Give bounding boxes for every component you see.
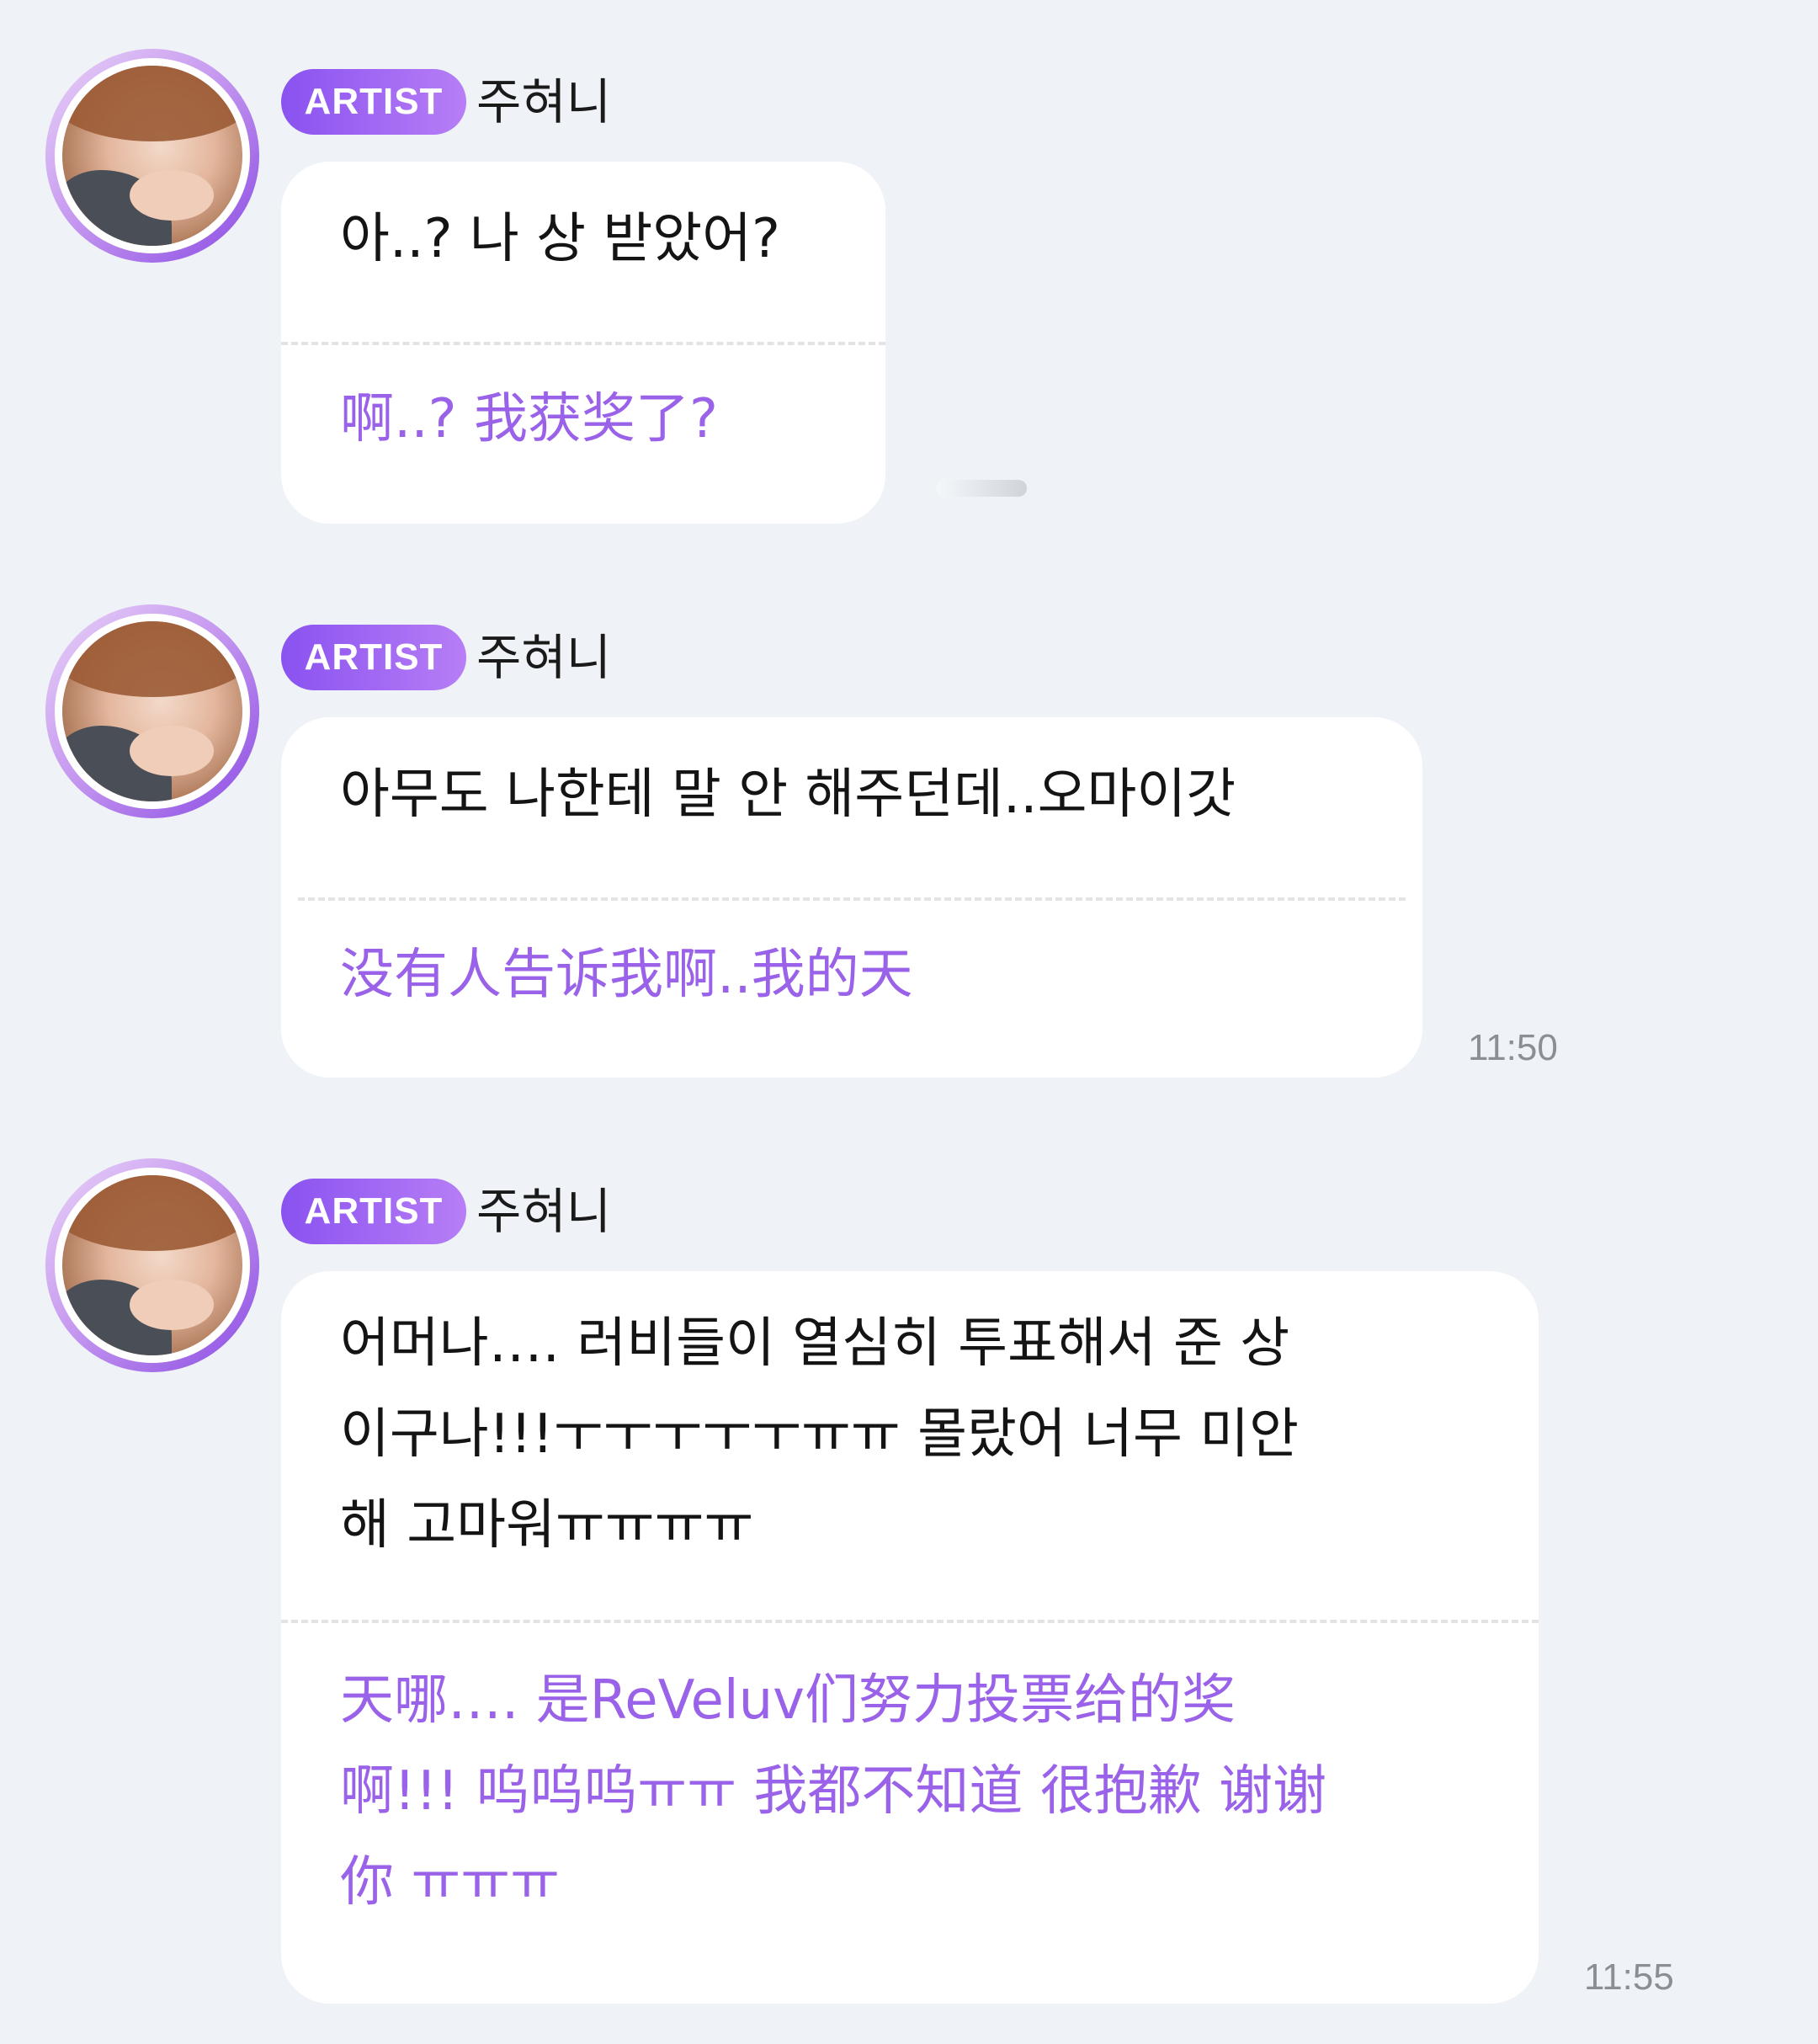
avatar-photo — [62, 66, 242, 246]
message-text-translation: 天哪…. 是ReVeluv们努力投票给的奖 — [340, 1669, 1236, 1732]
message-text-translation: 啊..? 我获奖了? — [340, 388, 718, 450]
artist-avatar[interactable] — [45, 49, 259, 263]
translation-divider — [281, 1620, 1539, 1623]
message-text-korean: 해 고마워ㅠㅠㅠㅠ — [340, 1494, 754, 1557]
artist-avatar[interactable] — [45, 604, 259, 818]
message-bubble[interactable]: 아..? 나 상 받았어? 啊..? 我获奖了? — [281, 162, 885, 524]
artist-badge: ARTIST — [281, 1179, 466, 1244]
message-text-korean: 이구나!!!ㅜㅜㅜㅜㅜㅠㅠ 몰랐어 너무 미안 — [340, 1403, 1299, 1466]
message-text-korean: 어머나…. 러비들이 열심히 투표해서 준 상 — [340, 1312, 1290, 1375]
artist-badge: ARTIST — [281, 625, 466, 690]
message-text-translation: 没有人告诉我啊..我的天 — [340, 944, 913, 1006]
translation-divider — [281, 342, 885, 345]
avatar-photo — [62, 1175, 242, 1355]
artist-badge: ARTIST — [281, 69, 466, 135]
message-text-translation: 你 ㅠㅠㅠ — [340, 1851, 560, 1914]
message-bubble[interactable]: 아무도 나한테 말 안 해주던데..오마이갓 没有人告诉我啊..我的天 — [281, 717, 1422, 1078]
message-text-korean: 아무도 나한테 말 안 해주던데..오마이갓 — [340, 764, 1236, 826]
message-timestamp: 11:55 — [1584, 1956, 1674, 1998]
sender-name[interactable]: 주혀니 — [476, 625, 611, 690]
avatar-photo — [62, 621, 242, 801]
translation-divider — [298, 897, 1406, 901]
blurred-watermark — [936, 480, 1027, 497]
message-text-translation: 啊!!! 呜呜呜ㅠㅠ 我都不知道 很抱歉 谢谢 — [340, 1760, 1327, 1823]
message-bubble[interactable]: 어머나…. 러비들이 열심히 투표해서 준 상 이구나!!!ㅜㅜㅜㅜㅜㅠㅠ 몰랐… — [281, 1271, 1539, 2004]
message-text-korean: 아..? 나 상 받았어? — [340, 208, 780, 270]
sender-name[interactable]: 주혀니 — [476, 1179, 611, 1244]
artist-avatar[interactable] — [45, 1158, 259, 1372]
sender-name[interactable]: 주혀니 — [476, 69, 611, 135]
message-timestamp: 11:50 — [1468, 1027, 1558, 1068]
